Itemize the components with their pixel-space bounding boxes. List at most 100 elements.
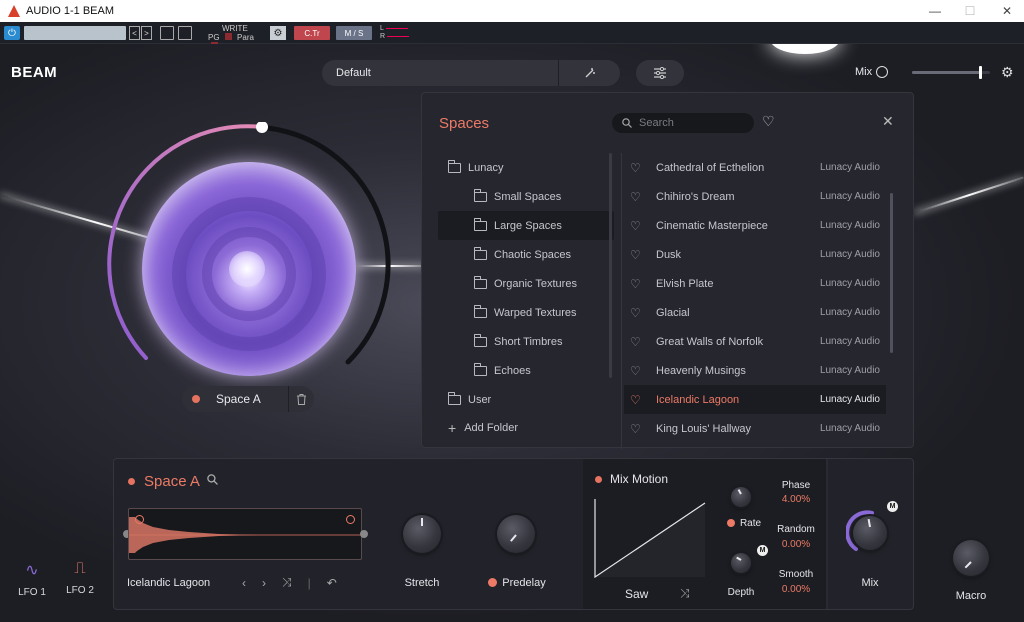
close-window-button[interactable]: ✕ xyxy=(990,0,1024,22)
favorite-heart-icon[interactable]: ♡ xyxy=(630,306,644,320)
space-search-icon[interactable] xyxy=(207,474,218,488)
write-automation[interactable]: WRITE PG Para xyxy=(208,24,263,49)
space-mix-knob[interactable] xyxy=(853,516,887,550)
plugin-name-field[interactable] xyxy=(24,26,126,40)
next-sample-icon[interactable]: › xyxy=(262,576,266,590)
maximize-button[interactable]: ☐ xyxy=(953,0,987,22)
favorite-heart-icon[interactable]: ♡ xyxy=(630,161,644,175)
space-preset-list: ♡ Cathedral of Ecthelion Lunacy Audio ♡ Chih… xyxy=(624,153,886,443)
waveform-start-handle[interactable] xyxy=(135,515,144,524)
preset-author: Lunacy Audio xyxy=(819,191,880,202)
add-folder-button[interactable]: + Add Folder xyxy=(448,420,518,436)
folder-item[interactable]: Large Spaces xyxy=(438,211,614,240)
predelay-knob[interactable] xyxy=(497,515,535,553)
preset-scrollbar[interactable] xyxy=(890,193,893,353)
window-title: AUDIO 1-1 BEAM xyxy=(26,5,115,17)
space-preset-item[interactable]: ♡ Cinematic Masterpiece Lunacy Audio xyxy=(624,211,886,240)
randomize-wand-icon[interactable] xyxy=(558,60,620,86)
macro-knob[interactable] xyxy=(953,540,989,576)
mix-modulation-badge[interactable]: M xyxy=(887,501,898,512)
save-icon[interactable] xyxy=(178,26,192,40)
reverse-icon[interactable]: ↶ xyxy=(327,576,337,590)
space-a-pill[interactable]: Space A xyxy=(182,386,314,412)
waveform-end-handle[interactable] xyxy=(346,515,355,524)
folder-icon xyxy=(448,391,461,405)
favorite-heart-icon[interactable]: ♡ xyxy=(630,219,644,233)
smooth-value[interactable]: 0.00% xyxy=(761,584,831,595)
favorite-heart-icon[interactable]: ♡ xyxy=(630,277,644,291)
spaces-search[interactable] xyxy=(612,113,754,133)
shuffle-icon[interactable]: ⤨ xyxy=(282,575,292,590)
space-orb-area xyxy=(102,122,402,382)
space-preset-item[interactable]: ♡ Icelandic Lagoon Lunacy Audio xyxy=(624,385,886,414)
space-preset-item[interactable]: ♡ Elvish Plate Lunacy Audio xyxy=(624,269,886,298)
folder-open-icon[interactable] xyxy=(160,26,174,40)
space-preset-item[interactable]: ♡ Cathedral of Ecthelion Lunacy Audio xyxy=(624,153,886,182)
trash-icon[interactable] xyxy=(288,386,314,412)
space-preset-item[interactable]: ♡ Glacial Lunacy Audio xyxy=(624,298,886,327)
folder-label: Short Timbres xyxy=(494,335,563,348)
close-icon[interactable]: ✕ xyxy=(882,113,894,130)
folder-scrollbar[interactable] xyxy=(609,153,612,378)
folder-item[interactable]: Short Timbres xyxy=(438,327,614,356)
folder-item[interactable]: Warped Textures xyxy=(438,298,614,327)
next-preset-button[interactable]: > xyxy=(141,26,152,40)
random-value[interactable]: 0.00% xyxy=(761,539,831,550)
folder-list: Lunacy Small Spaces Large Spaces Chaotic Sp… xyxy=(438,153,614,414)
lfo-shape-graph[interactable] xyxy=(594,497,706,579)
folder-item[interactable]: Small Spaces xyxy=(438,182,614,211)
favorite-heart-icon[interactable]: ♡ xyxy=(630,190,644,204)
space-preset-item[interactable]: ♡ King Louis' Hallway Lunacy Audio xyxy=(624,414,886,443)
folder-item[interactable]: Organic Textures xyxy=(438,269,614,298)
settings-gear-icon[interactable]: ⚙ xyxy=(1001,64,1014,81)
global-mix-slider[interactable] xyxy=(912,66,990,79)
shape-shuffle-icon[interactable]: ⤨ xyxy=(680,586,690,601)
space-preset-item[interactable]: ♡ Dusk Lunacy Audio xyxy=(624,240,886,269)
preset-name: Dusk xyxy=(656,248,682,261)
global-mix-slider-handle[interactable] xyxy=(978,66,982,79)
depth-knob[interactable] xyxy=(731,553,751,573)
space-preset-item[interactable]: ♡ Chihiro's Dream Lunacy Audio xyxy=(624,182,886,211)
favorite-heart-icon[interactable]: ♡ xyxy=(630,393,644,407)
settings-sliders-button[interactable] xyxy=(636,60,684,86)
folder-label: Echoes xyxy=(494,364,531,377)
rate-knob[interactable] xyxy=(731,487,751,507)
phase-value[interactable]: 4.00% xyxy=(761,494,831,505)
folder-item[interactable]: User xyxy=(438,385,614,414)
predelay-control: Predelay xyxy=(476,577,558,589)
folder-item[interactable]: Lunacy xyxy=(438,153,614,182)
space-preset-item[interactable]: ♡ Heavenly Musings Lunacy Audio xyxy=(624,356,886,385)
space-orb[interactable] xyxy=(142,162,356,376)
folder-item[interactable]: Echoes xyxy=(438,356,614,385)
favorite-heart-icon[interactable]: ♡ xyxy=(630,335,644,349)
folder-label: Warped Textures xyxy=(494,306,577,319)
folder-item[interactable]: Chaotic Spaces xyxy=(438,240,614,269)
search-input[interactable] xyxy=(639,117,739,129)
favorite-heart-icon[interactable]: ♡ xyxy=(630,422,644,436)
pg-toggle[interactable] xyxy=(224,33,232,40)
prev-sample-icon[interactable]: ‹ xyxy=(242,576,246,590)
stretch-knob[interactable] xyxy=(403,515,441,553)
favorites-heart-icon[interactable]: ♡ xyxy=(762,113,775,130)
lfo-shape-name[interactable]: Saw xyxy=(625,587,648,601)
ms-button[interactable]: M / S xyxy=(336,26,372,40)
smooth-label: Smooth xyxy=(778,569,814,580)
ctr-button[interactable]: C.Tr xyxy=(294,26,330,40)
lfo-2-button[interactable]: ⎍ LFO 2 xyxy=(60,560,100,596)
lfo-1-button[interactable]: ∿ LFO 1 xyxy=(12,560,52,598)
waveform-scroll-right[interactable] xyxy=(360,530,368,538)
preset-name: Heavenly Musings xyxy=(656,364,746,377)
favorite-heart-icon[interactable]: ♡ xyxy=(630,248,644,262)
power-button[interactable]: ⏻ xyxy=(4,26,20,40)
preset-author: Lunacy Audio xyxy=(819,365,880,376)
square-wave-icon: ⎍ xyxy=(74,560,86,577)
host-settings-button[interactable]: ⚙ xyxy=(270,26,286,40)
preset-name: Glacial xyxy=(656,306,690,319)
impulse-waveform[interactable] xyxy=(128,508,362,560)
prev-preset-button[interactable]: < xyxy=(129,26,140,40)
minimize-button[interactable]: — xyxy=(918,0,952,22)
preset-selector[interactable]: Default xyxy=(322,60,620,86)
favorite-heart-icon[interactable]: ♡ xyxy=(630,364,644,378)
preset-name: Icelandic Lagoon xyxy=(656,393,740,406)
space-preset-item[interactable]: ♡ Great Walls of Norfolk Lunacy Audio xyxy=(624,327,886,356)
